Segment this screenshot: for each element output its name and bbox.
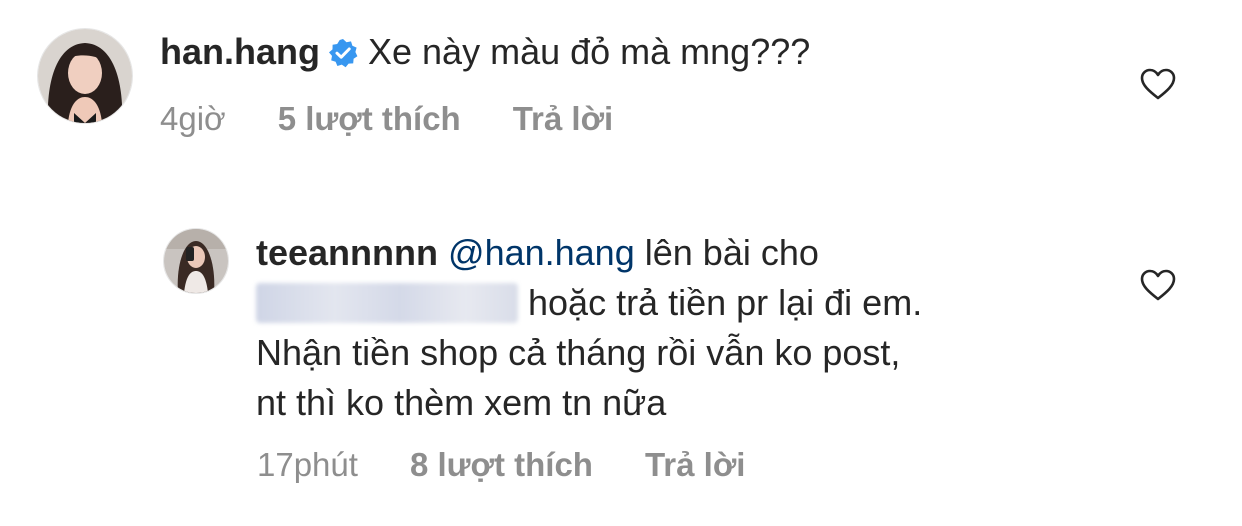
avatar[interactable] bbox=[37, 28, 133, 124]
comment-line: nt thì ko thèm xem tn nữa bbox=[256, 378, 922, 428]
likes-count-button[interactable]: 8 lượt thích bbox=[410, 446, 593, 484]
comment-line: teeannnnn @han.hang lên bài cho bbox=[256, 228, 922, 278]
comment-text: lên bài cho bbox=[644, 232, 819, 273]
timestamp[interactable]: 17phút bbox=[257, 446, 358, 484]
heart-outline-icon[interactable] bbox=[1139, 67, 1177, 101]
redacted-block bbox=[256, 283, 518, 323]
comment-meta: 4giờ 5 lượt thích Trả lời bbox=[160, 100, 613, 138]
comment-text: hoặc trả tiền pr lại đi em. bbox=[528, 282, 923, 323]
comment-text: nt thì ko thèm xem tn nữa bbox=[256, 382, 667, 423]
username[interactable]: han.hang bbox=[160, 31, 320, 72]
username[interactable]: teeannnnn bbox=[256, 232, 438, 273]
comment-text: Xe này màu đỏ mà mng??? bbox=[368, 31, 811, 72]
likes-count-button[interactable]: 5 lượt thích bbox=[278, 100, 461, 138]
timestamp[interactable]: 4giờ bbox=[160, 100, 226, 138]
comment-meta: 17phút 8 lượt thích Trả lời bbox=[257, 446, 745, 484]
mention-link[interactable]: @han.hang bbox=[448, 232, 635, 273]
verified-badge-icon bbox=[328, 31, 358, 81]
comment-text: Nhận tiền shop cả tháng rồi vẫn ko post, bbox=[256, 332, 901, 373]
comment-body: teeannnnn @han.hang lên bài cho hoặc trả… bbox=[256, 228, 922, 428]
heart-outline-icon[interactable] bbox=[1139, 268, 1177, 302]
avatar[interactable] bbox=[163, 228, 229, 294]
comment-line: Nhận tiền shop cả tháng rồi vẫn ko post, bbox=[256, 328, 922, 378]
comment-body: han.hang Xe này màu đỏ mà mng??? bbox=[160, 27, 810, 81]
comment-line: hoặc trả tiền pr lại đi em. bbox=[256, 278, 922, 328]
reply-button[interactable]: Trả lời bbox=[513, 100, 614, 138]
reply-button[interactable]: Trả lời bbox=[645, 446, 746, 484]
